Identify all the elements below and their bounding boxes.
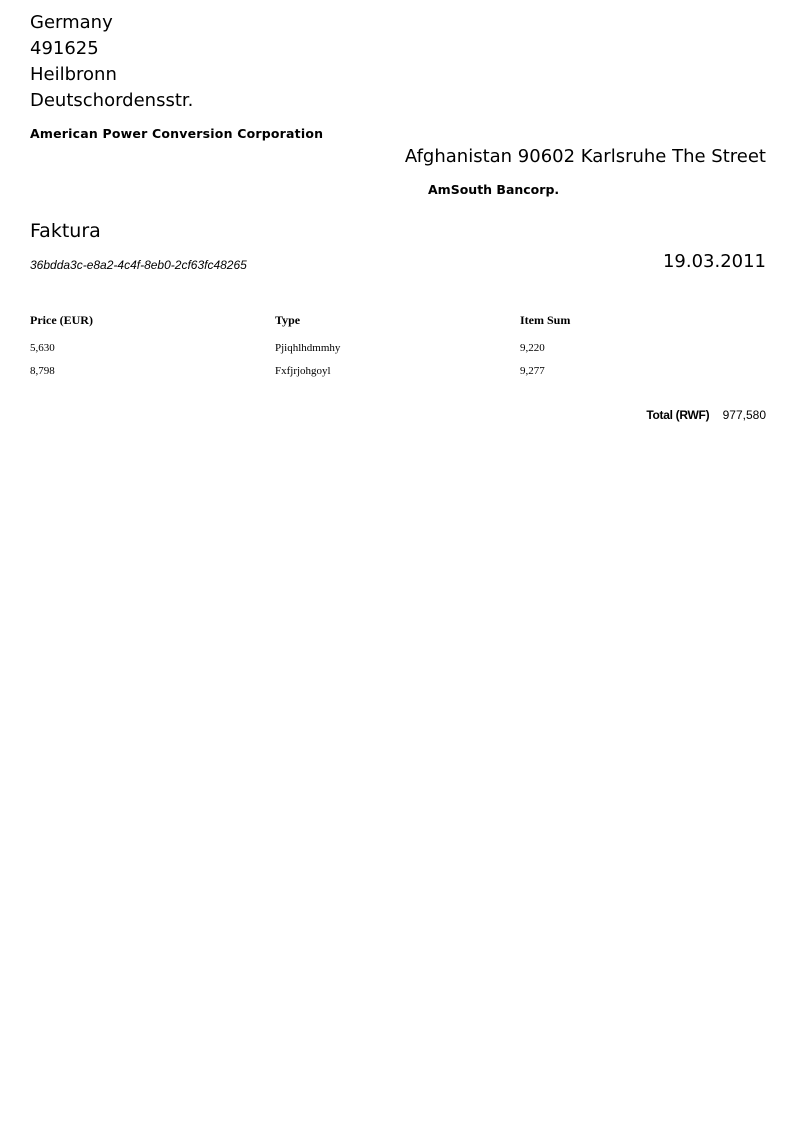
column-header-type: Type [275, 312, 301, 327]
total-row: Total (RWF) 977,580 [646, 408, 766, 422]
table-row: 5,630 Pjiqhlhdmmhy 9,220 [30, 342, 766, 365]
sender-postal-code: 491625 [30, 38, 99, 59]
cell-price: 5,630 [30, 342, 55, 354]
cell-item-sum: 9,277 [520, 365, 545, 377]
cell-type: Pjiqhlhdmmhy [275, 342, 341, 354]
items-table: Price (EUR) Type Item Sum 5,630 Pjiqhlhd… [30, 312, 766, 388]
table-header-row: Price (EUR) Type Item Sum [30, 312, 766, 342]
sender-company: American Power Conversion Corporation [30, 126, 324, 141]
cell-item-sum: 9,220 [520, 342, 545, 354]
recipient-address: Afghanistan 90602 Karlsruhe The Street [404, 146, 766, 167]
invoice-page: Germany 491625 Heilbronn Deutschordensst… [0, 0, 796, 1125]
sender-address: Germany 491625 Heilbronn Deutschordensst… [30, 10, 193, 114]
document-id: 36bdda3c-e8a2-4c4f-8eb0-2cf63fc48265 [30, 258, 247, 272]
total-value: 977,580 [722, 408, 766, 422]
recipient-company: AmSouth Bancorp. [428, 182, 560, 197]
sender-city: Heilbronn [30, 64, 117, 85]
sender-country: Germany [30, 12, 113, 33]
document-date: 19.03.2011 [662, 251, 766, 272]
cell-type: Fxfjrjohgoyl [275, 365, 331, 377]
cell-price: 8,798 [30, 365, 55, 377]
total-label: Total (RWF) [646, 408, 710, 422]
document-title: Faktura [30, 220, 101, 242]
table-row: 8,798 Fxfjrjohgoyl 9,277 [30, 365, 766, 388]
sender-street: Deutschordensstr. [30, 90, 194, 111]
column-header-price: Price (EUR) [30, 312, 93, 327]
column-header-item-sum: Item Sum [520, 312, 571, 327]
